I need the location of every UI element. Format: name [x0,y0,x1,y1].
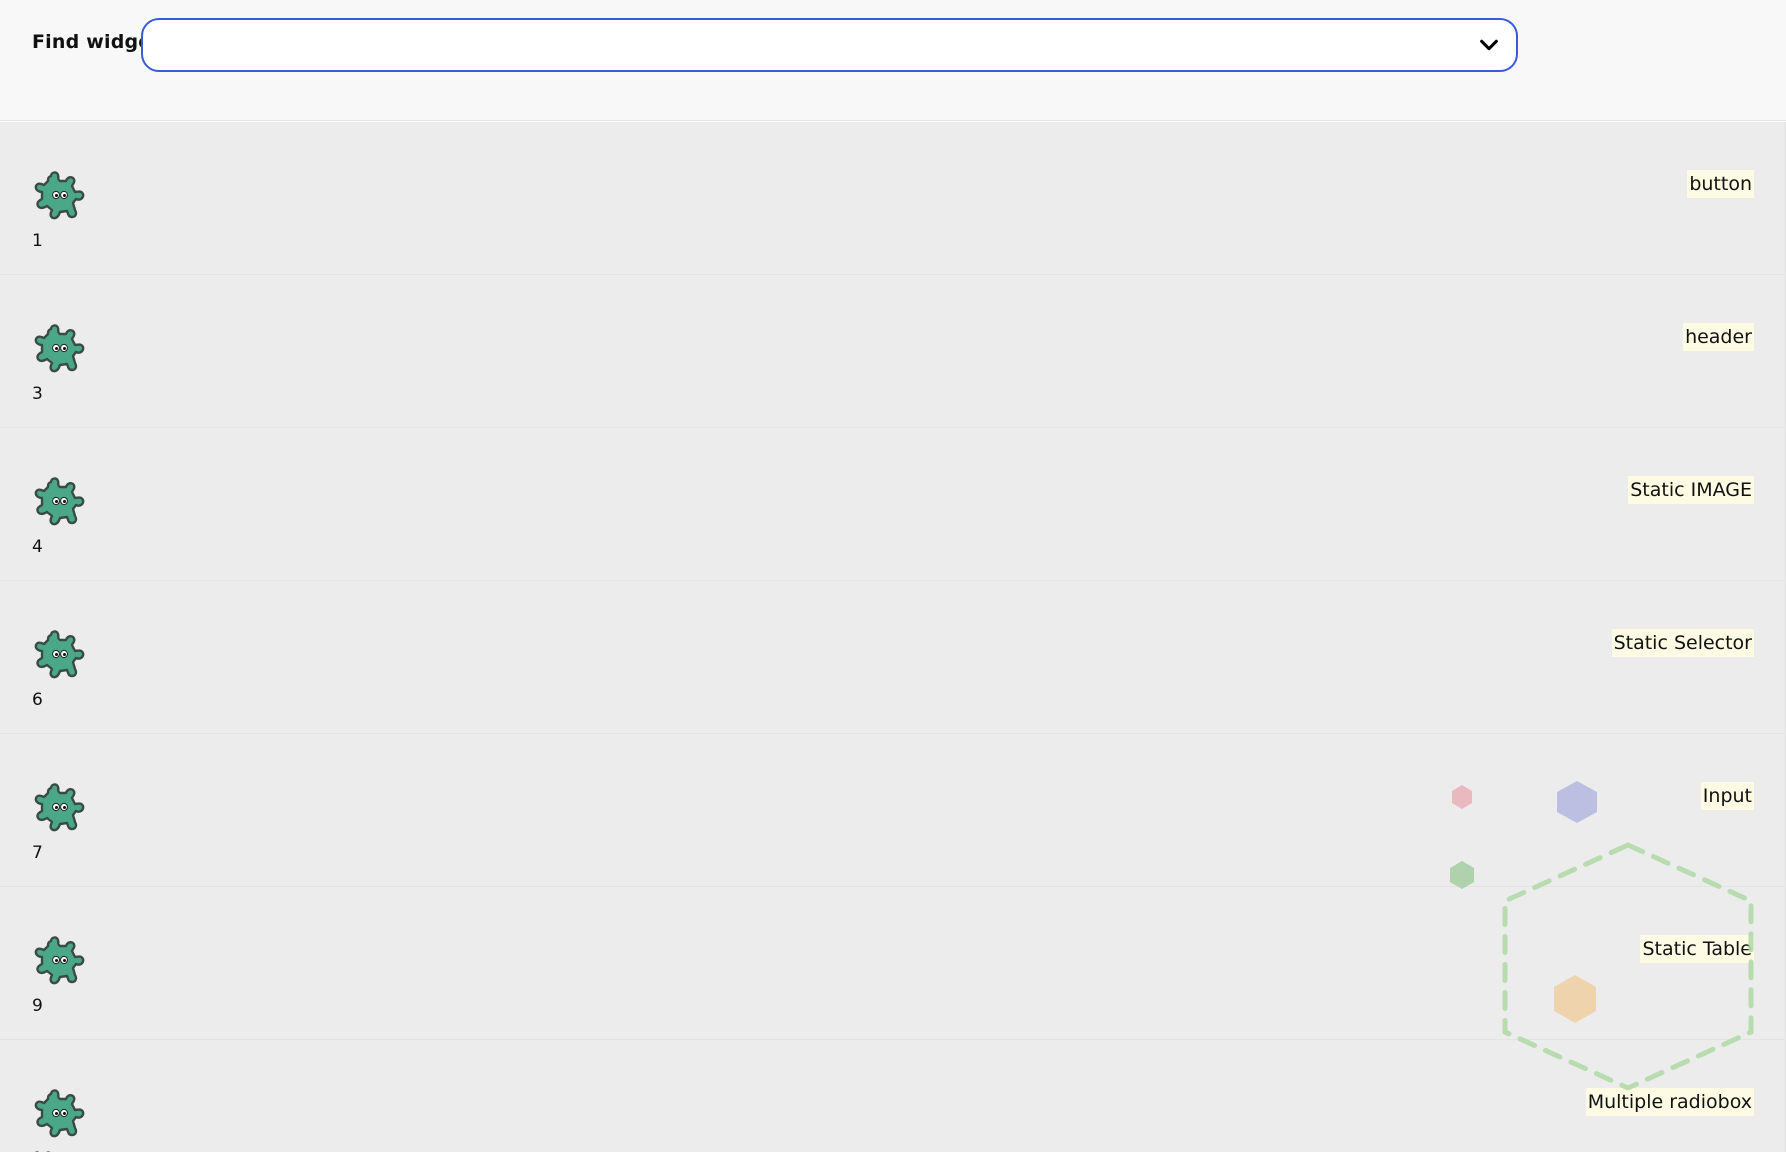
widget-number: 3 [32,384,43,404]
widget-type: button [1687,170,1754,198]
widget-list: 1 button 3 header 4 Static IMAGE 6 Stati… [0,122,1786,1152]
puzzle-piece-icon [34,324,85,373]
puzzle-piece-icon [34,1089,85,1138]
puzzle-piece-icon [34,783,85,832]
puzzle-piece-icon [34,936,85,985]
widget-row[interactable]: 4 Static IMAGE [0,428,1785,581]
widget-number: 6 [32,690,43,710]
widget-type: Multiple radiobox [1585,1088,1754,1116]
puzzle-piece-icon [34,477,85,526]
widget-browser: Find widget 1 button 3 header 4 Static I… [0,0,1786,1152]
puzzle-piece-icon [34,171,85,220]
widget-row[interactable]: 10 Multiple radiobox [0,1040,1785,1152]
widget-row[interactable]: 7 Input [0,734,1785,887]
search-bar: Find widget [0,0,1786,121]
widget-type: Input [1700,782,1754,810]
widget-type: Static Table [1640,935,1754,963]
widget-number: 4 [32,537,43,557]
widget-number: 9 [32,996,43,1016]
widget-row[interactable]: 6 Static Selector [0,581,1785,734]
find-widget-select[interactable] [141,18,1518,72]
widget-type: Static IMAGE [1628,476,1754,504]
widget-row[interactable]: 1 button [0,122,1785,275]
widget-row[interactable]: 9 Static Table [0,887,1785,1040]
widget-number: 1 [32,231,43,251]
puzzle-piece-icon [34,630,85,679]
chevron-down-icon [1480,39,1498,51]
widget-type: Static Selector [1611,629,1754,657]
widget-number: 7 [32,843,43,863]
widget-type: header [1683,323,1754,351]
widget-row[interactable]: 3 header [0,275,1785,428]
